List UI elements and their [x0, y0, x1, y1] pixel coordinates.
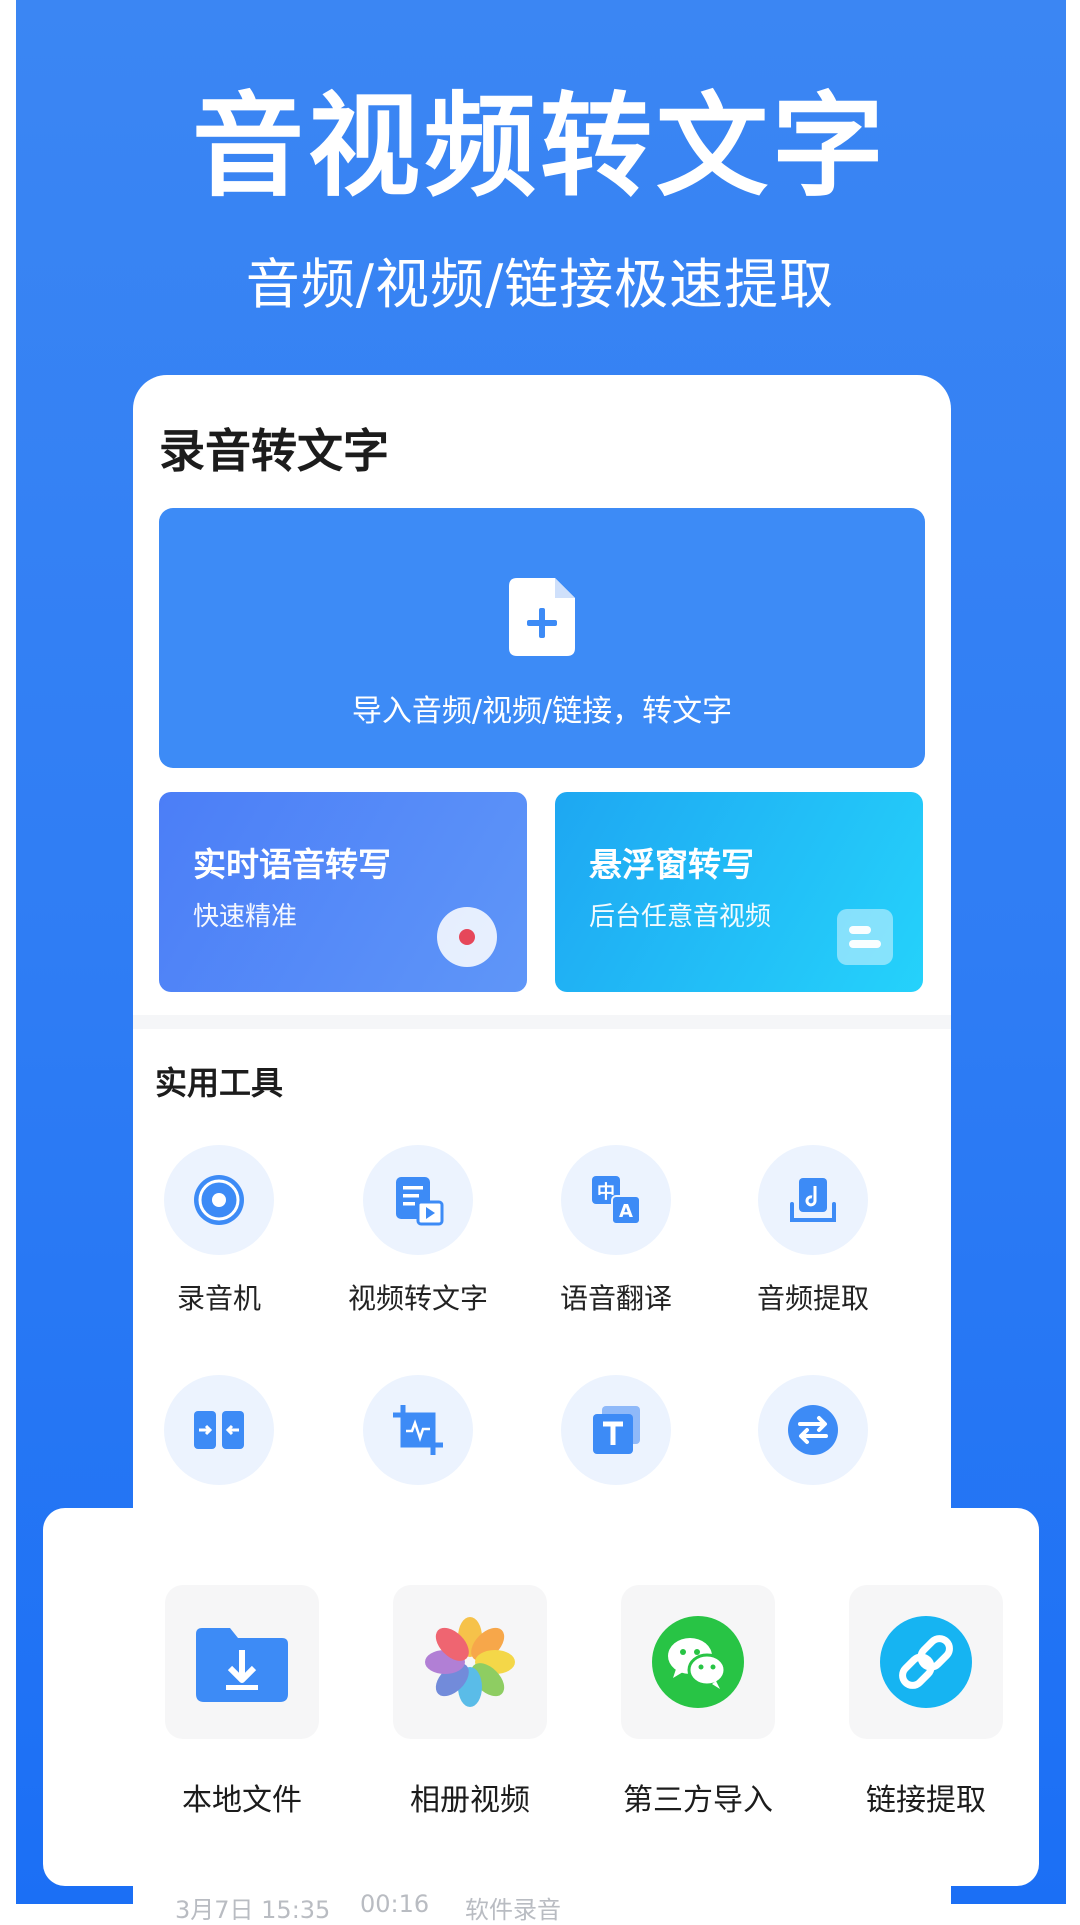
- tool-convert[interactable]: [713, 1375, 913, 1507]
- convert-icon: [758, 1375, 868, 1485]
- realtime-subtitle: 快速精准: [193, 902, 298, 932]
- crop-audio-icon: [363, 1375, 473, 1485]
- option-icon-box: [393, 1585, 547, 1739]
- option-label: 第三方导入: [623, 1783, 773, 1818]
- option-label: 链接提取: [866, 1783, 986, 1818]
- floating-window-card[interactable]: 悬浮窗转写 后台任意音视频: [555, 792, 923, 992]
- option-third-party[interactable]: 第三方导入: [598, 1585, 798, 1819]
- import-media-label: 导入音频/视频/链接，转文字: [351, 694, 733, 729]
- float-window-icon: [837, 909, 893, 965]
- tool-label: 视频转文字: [347, 1282, 488, 1315]
- option-link-extract[interactable]: 链接提取: [826, 1585, 1026, 1819]
- link-icon: [880, 1616, 972, 1708]
- option-label: 本地文件: [182, 1783, 302, 1818]
- tool-merge[interactable]: [133, 1375, 319, 1507]
- option-icon-box: [165, 1585, 319, 1739]
- floating-title: 悬浮窗转写: [589, 845, 754, 884]
- svg-text:A: A: [619, 1201, 633, 1222]
- record-duration: 00:16: [360, 1890, 430, 1918]
- section-divider: [133, 1015, 951, 1029]
- tool-video-to-text[interactable]: 视频转文字: [318, 1145, 518, 1317]
- audio-extract-icon: [758, 1145, 868, 1255]
- recorder-icon: [164, 1145, 274, 1255]
- realtime-transcribe-card[interactable]: 实时语音转写 快速精准: [159, 792, 527, 992]
- import-options-sheet: 本地文件 相册视频 第三方导入 链接提取: [43, 1508, 1039, 1886]
- record-icon: [437, 907, 497, 967]
- folder-download-icon: [196, 1628, 288, 1702]
- import-media-card[interactable]: 导入音频/视频/链接，转文字: [159, 508, 925, 768]
- tool-recorder[interactable]: 录音机: [133, 1145, 319, 1317]
- text-icon: [561, 1375, 671, 1485]
- tool-translate[interactable]: 中A 语音翻译: [516, 1145, 716, 1317]
- floating-subtitle: 后台任意音视频: [589, 902, 772, 932]
- tool-label: 录音机: [176, 1282, 261, 1315]
- translate-icon: 中A: [561, 1145, 671, 1255]
- tool-crop-audio[interactable]: [318, 1375, 518, 1507]
- tool-label: 语音翻译: [559, 1282, 672, 1315]
- option-local-file[interactable]: 本地文件: [142, 1585, 342, 1819]
- tools-title: 实用工具: [155, 1064, 284, 1102]
- video-to-text-icon: [363, 1145, 473, 1255]
- promo-subtitle: 音频/视频/链接极速提取: [245, 253, 835, 316]
- merge-icon: [164, 1375, 274, 1485]
- file-plus-icon: [509, 578, 575, 656]
- option-icon-box: [849, 1585, 1003, 1739]
- promo-title: 音视频转文字: [192, 82, 888, 212]
- photos-icon: [425, 1617, 515, 1707]
- tool-audio-extract[interactable]: 音频提取: [713, 1145, 913, 1317]
- option-album-video[interactable]: 相册视频: [370, 1585, 570, 1819]
- tool-text[interactable]: [516, 1375, 716, 1507]
- tool-label: 音频提取: [756, 1282, 869, 1315]
- wechat-icon: [652, 1616, 744, 1708]
- option-icon-box: [621, 1585, 775, 1739]
- section-title: 录音转文字: [159, 424, 389, 478]
- realtime-title: 实时语音转写: [193, 845, 391, 884]
- option-label: 相册视频: [410, 1783, 530, 1818]
